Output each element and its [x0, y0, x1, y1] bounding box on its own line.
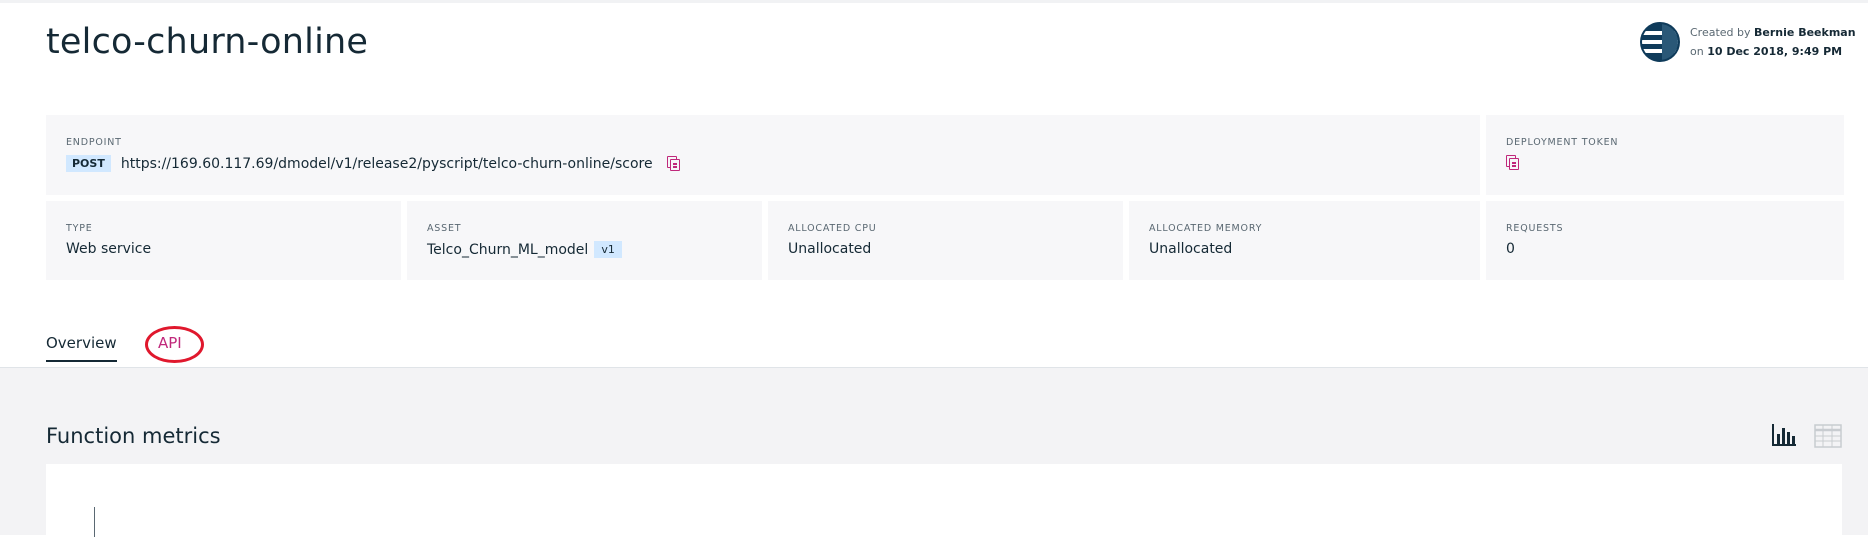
creator-info: Created by Bernie Beekman on 10 Dec 2018…: [1640, 22, 1856, 62]
endpoint-url[interactable]: https://169.60.117.69/dmodel/v1/release2…: [121, 156, 653, 172]
tab-overview[interactable]: Overview: [46, 334, 117, 362]
cpu-value: Unallocated: [788, 241, 872, 257]
type-label: TYPE: [66, 223, 93, 234]
avatar: [1640, 22, 1680, 62]
page-title: telco-churn-online: [46, 22, 369, 62]
created-by-label: Created by: [1690, 26, 1751, 39]
endpoint-label: ENDPOINT: [66, 137, 122, 148]
metrics-chart-panel: [46, 464, 1842, 544]
asset-card: ASSET Telco_Churn_ML_model v1: [407, 201, 762, 280]
version-badge: v1: [594, 241, 622, 258]
tab-bar: Overview API: [0, 330, 1868, 367]
top-border: [0, 0, 1868, 3]
created-on-date: 10 Dec 2018, 9:49 PM: [1707, 45, 1843, 58]
deployment-token-card: DEPLOYMENT TOKEN: [1486, 115, 1844, 195]
requests-label: REQUESTS: [1506, 223, 1564, 234]
cpu-card: ALLOCATED CPU Unallocated: [768, 201, 1123, 280]
endpoint-value: POST https://169.60.117.69/dmodel/v1/rel…: [66, 155, 680, 172]
memory-label: ALLOCATED MEMORY: [1149, 223, 1263, 234]
asset-value: Telco_Churn_ML_model v1: [427, 241, 622, 258]
cpu-label: ALLOCATED CPU: [788, 223, 877, 234]
method-badge: POST: [66, 155, 111, 172]
memory-card: ALLOCATED MEMORY Unallocated: [1129, 201, 1480, 280]
copy-icon[interactable]: [666, 156, 680, 171]
table-icon[interactable]: [1814, 424, 1842, 448]
type-value: Web service: [66, 241, 152, 257]
requests-card: REQUESTS 0: [1486, 201, 1844, 280]
type-card: TYPE Web service: [46, 201, 401, 280]
chart-axis: [94, 507, 95, 537]
creator-text: Created by Bernie Beekman on 10 Dec 2018…: [1690, 23, 1856, 61]
metrics-title: Function metrics: [46, 424, 221, 448]
created-by-name: Bernie Beekman: [1754, 26, 1856, 39]
metrics-section: Function metrics: [0, 367, 1868, 544]
memory-value: Unallocated: [1149, 241, 1233, 257]
annotation-circle: [145, 326, 204, 363]
asset-name[interactable]: Telco_Churn_ML_model: [427, 242, 588, 258]
deployment-token-value: [1506, 155, 1519, 170]
deployment-token-label: DEPLOYMENT TOKEN: [1506, 137, 1619, 148]
requests-value: 0: [1506, 241, 1515, 257]
copy-icon[interactable]: [1506, 155, 1519, 170]
endpoint-card: ENDPOINT POST https://169.60.117.69/dmod…: [46, 115, 1480, 195]
created-on-label: on: [1690, 45, 1704, 58]
bar-chart-icon[interactable]: [1770, 422, 1798, 448]
asset-label: ASSET: [427, 223, 462, 234]
